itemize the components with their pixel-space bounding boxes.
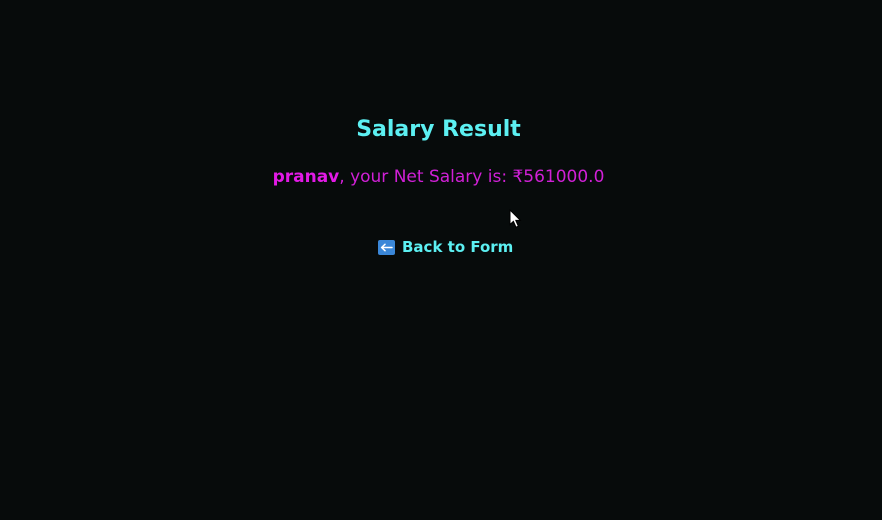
back-to-form-label: Back to Form <box>402 238 514 256</box>
employee-name: pranav <box>272 167 340 187</box>
page-title: Salary Result <box>356 117 521 142</box>
left-arrow-icon <box>378 239 395 255</box>
net-salary-amount: ₹561000.0 <box>512 167 605 187</box>
result-message: , your Net Salary is: <box>339 167 513 187</box>
mouse-pointer-icon <box>509 209 522 228</box>
salary-result-text: pranav, your Net Salary is: ₹561000.0 <box>0 166 877 188</box>
back-to-form-link[interactable]: Back to Form <box>378 238 513 256</box>
page: Salary Result pranav, your Net Salary is… <box>0 0 882 520</box>
